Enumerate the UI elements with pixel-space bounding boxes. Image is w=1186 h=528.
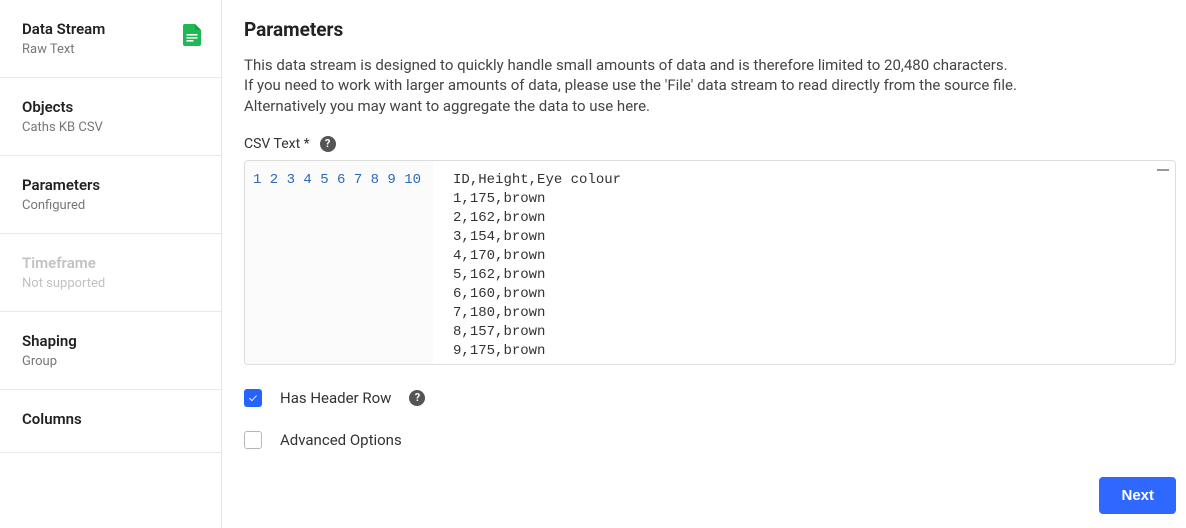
description-line: This data stream is designed to quickly … (244, 56, 1008, 74)
description-line: Alternatively you may want to aggregate … (244, 97, 650, 115)
has-header-row-option: ✓ Has Header Row ? (244, 389, 1176, 407)
sidebar-item-data-stream[interactable]: Data Stream Raw Text (0, 0, 221, 78)
line-number-gutter: 1 2 3 4 5 6 7 8 9 10 (245, 161, 433, 364)
advanced-options-label: Advanced Options (280, 431, 402, 449)
sidebar-item-title: Columns (22, 410, 199, 428)
code-lines[interactable]: ID,Height,Eye colour 1,175,brown 2,162,b… (433, 161, 1175, 364)
page-title: Parameters (244, 18, 1176, 41)
sidebar-item-columns[interactable]: Columns (0, 390, 221, 453)
has-header-label: Has Header Row (280, 389, 391, 407)
sidebar-item-title: Parameters (22, 176, 199, 194)
description-line: If you need to work with larger amounts … (244, 76, 1017, 94)
sidebar-item-sub: Raw Text (22, 42, 199, 57)
csv-text-label: CSV Text * (244, 136, 310, 152)
sidebar-item-title: Data Stream (22, 20, 199, 38)
advanced-options-checkbox[interactable] (244, 431, 262, 449)
sidebar-item-sub: Not supported (22, 276, 199, 291)
check-icon: ✓ (249, 392, 257, 404)
sidebar-item-shaping[interactable]: Shaping Group (0, 312, 221, 390)
sidebar-item-title: Objects (22, 98, 199, 116)
sidebar-item-sub: Caths KB CSV (22, 120, 199, 135)
sidebar-item-timeframe: Timeframe Not supported (0, 234, 221, 312)
help-icon[interactable]: ? (320, 136, 336, 152)
help-icon[interactable]: ? (409, 390, 425, 406)
app-root: Data Stream Raw Text Objects Caths KB CS… (0, 0, 1186, 528)
minimap-indicator (1157, 169, 1169, 171)
sidebar-item-objects[interactable]: Objects Caths KB CSV (0, 78, 221, 156)
main-panel: Parameters This data stream is designed … (222, 0, 1186, 528)
sidebar: Data Stream Raw Text Objects Caths KB CS… (0, 0, 222, 528)
csv-text-label-row: CSV Text * ? (244, 136, 1176, 152)
sidebar-item-sub: Group (22, 354, 199, 369)
sidebar-item-title: Timeframe (22, 254, 199, 272)
description: This data stream is designed to quickly … (244, 55, 1176, 116)
sidebar-item-title: Shaping (22, 332, 199, 350)
csv-text-editor[interactable]: 1 2 3 4 5 6 7 8 9 10 ID,Height,Eye colou… (244, 160, 1176, 365)
advanced-options-option: Advanced Options (244, 431, 1176, 449)
next-button[interactable]: Next (1099, 477, 1176, 514)
sidebar-item-parameters[interactable]: Parameters Configured (0, 156, 221, 234)
sidebar-item-sub: Configured (22, 198, 199, 213)
has-header-checkbox[interactable]: ✓ (244, 389, 262, 407)
file-icon (183, 24, 201, 50)
